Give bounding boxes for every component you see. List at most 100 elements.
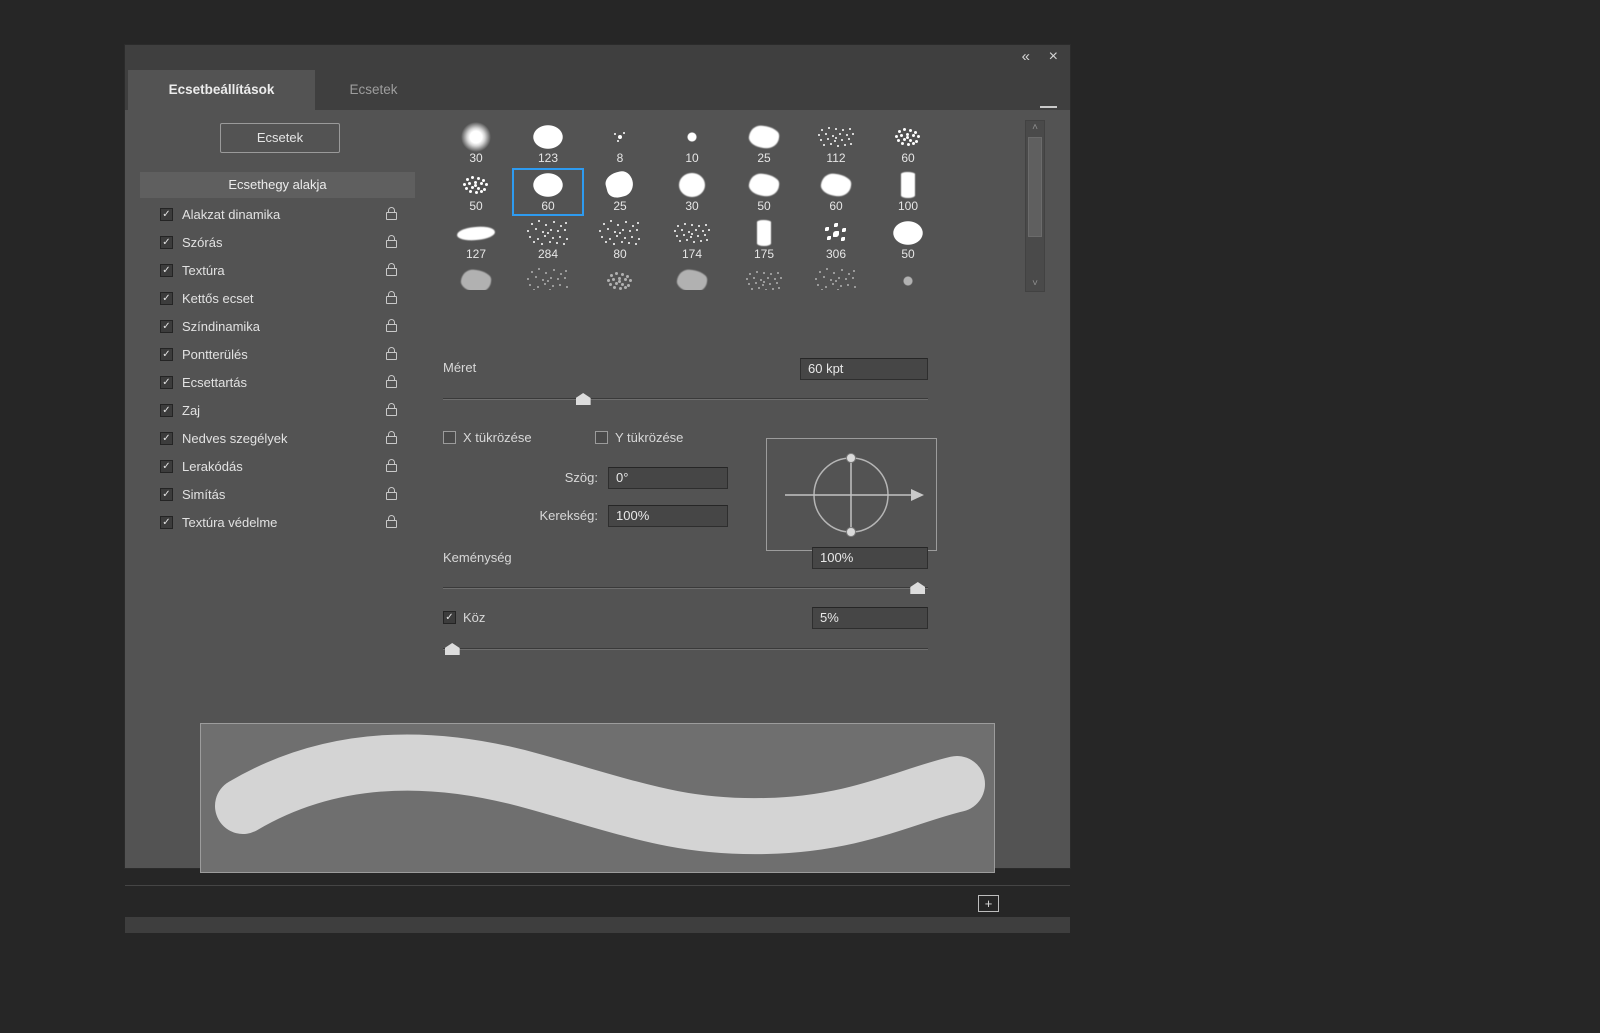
- brush-stroke-preview: [200, 723, 995, 873]
- sidebar-item[interactable]: ✓ Kettős ecset: [140, 284, 415, 312]
- spacing-checkbox[interactable]: ✓: [443, 611, 456, 624]
- new-brush-button[interactable]: +: [978, 895, 999, 912]
- lock-icon[interactable]: [386, 486, 397, 500]
- sidebar-item[interactable]: ✓ Zaj: [140, 396, 415, 424]
- roundness-input[interactable]: 100%: [608, 505, 728, 527]
- lock-icon[interactable]: [386, 374, 397, 388]
- checkbox-icon[interactable]: ✓: [160, 319, 173, 333]
- checkbox-icon[interactable]: ✓: [160, 403, 173, 417]
- lock-icon[interactable]: [386, 206, 397, 220]
- brush-preset[interactable]: 80: [584, 216, 656, 264]
- lock-icon[interactable]: [386, 514, 397, 528]
- checkbox-icon[interactable]: ✓: [160, 291, 173, 305]
- sidebar-item[interactable]: ✓ Ecsettartás: [140, 368, 415, 396]
- checkbox-icon[interactable]: ✓: [160, 487, 173, 501]
- sidebar-item[interactable]: ✓ Nedves szegélyek: [140, 424, 415, 452]
- sidebar-item-label: Simítás: [182, 486, 226, 502]
- sidebar-item[interactable]: ✓ Textúra: [140, 256, 415, 284]
- sidebar-item[interactable]: ✓ Simítás: [140, 480, 415, 508]
- scroll-down-icon[interactable]: ˅: [1026, 278, 1044, 290]
- brush-preset[interactable]: [728, 264, 800, 290]
- brush-preset[interactable]: 112: [800, 120, 872, 168]
- brush-preset[interactable]: [800, 264, 872, 290]
- panel-titlebar: « ×: [125, 45, 1070, 70]
- checkbox-icon[interactable]: ✓: [160, 347, 173, 361]
- sidebar-item[interactable]: ✓ Szórás: [140, 228, 415, 256]
- checkbox-icon[interactable]: ✓: [160, 263, 173, 277]
- brush-preset[interactable]: 8: [584, 120, 656, 168]
- lock-icon[interactable]: [386, 458, 397, 472]
- sidebar-item[interactable]: ✓ Lerakódás: [140, 452, 415, 480]
- brush-thumbnail: [880, 266, 936, 290]
- brush-preset[interactable]: 60: [512, 168, 584, 216]
- brush-size-label: 306: [825, 247, 847, 261]
- brush-preset[interactable]: 30: [440, 120, 512, 168]
- checkbox-icon[interactable]: ✓: [160, 375, 173, 389]
- brush-preset[interactable]: [656, 264, 728, 290]
- hardness-slider-thumb[interactable]: [910, 582, 926, 594]
- brush-preset[interactable]: 306: [800, 216, 872, 264]
- brush-preset[interactable]: 30: [656, 168, 728, 216]
- checkbox-icon[interactable]: ✓: [160, 459, 173, 473]
- brush-preset[interactable]: 284: [512, 216, 584, 264]
- checkbox-icon[interactable]: ✓: [160, 207, 173, 221]
- spacing-input[interactable]: 5%: [812, 607, 928, 629]
- tab-brushes[interactable]: Ecsetek: [317, 70, 430, 110]
- angle-input[interactable]: 0°: [608, 467, 728, 489]
- size-label: Méret: [443, 360, 477, 375]
- checkbox-icon[interactable]: ✓: [160, 431, 173, 445]
- scrollbar-thumb[interactable]: [1028, 137, 1042, 237]
- flip-y-checkbox[interactable]: [595, 431, 608, 444]
- scroll-up-icon[interactable]: ˄: [1026, 122, 1044, 134]
- brush-preset[interactable]: 25: [728, 120, 800, 168]
- brush-preset[interactable]: 174: [656, 216, 728, 264]
- brush-preset[interactable]: [872, 264, 944, 290]
- lock-icon[interactable]: [386, 318, 397, 332]
- sidebar-item[interactable]: ✓ Színdinamika: [140, 312, 415, 340]
- tab-brush-settings[interactable]: Ecsetbeállítások: [128, 70, 315, 110]
- brush-preset[interactable]: 60: [800, 168, 872, 216]
- brush-preset[interactable]: 100: [872, 168, 944, 216]
- lock-icon[interactable]: [386, 290, 397, 304]
- brush-thumbnail: [664, 218, 720, 248]
- spacing-slider[interactable]: [443, 641, 928, 657]
- size-slider[interactable]: [443, 391, 928, 407]
- collapse-panel-icon[interactable]: «: [1022, 48, 1030, 66]
- scrollbar[interactable]: ˄ ˅: [1025, 120, 1045, 292]
- checkbox-icon[interactable]: ✓: [160, 515, 173, 529]
- brush-preset[interactable]: 123: [512, 120, 584, 168]
- brush-preset[interactable]: 175: [728, 216, 800, 264]
- brush-preset[interactable]: 127: [440, 216, 512, 264]
- brush-thumbnail: [808, 122, 864, 152]
- close-panel-icon[interactable]: ×: [1049, 48, 1058, 66]
- hardness-slider[interactable]: [443, 580, 928, 596]
- spacing-slider-thumb[interactable]: [444, 643, 460, 655]
- sidebar-item[interactable]: ✓ Pontterülés: [140, 340, 415, 368]
- brush-preset[interactable]: [512, 264, 584, 290]
- lock-icon[interactable]: [386, 262, 397, 276]
- brush-preset[interactable]: [440, 264, 512, 290]
- lock-icon[interactable]: [386, 402, 397, 416]
- sidebar-item-brush-tip-shape[interactable]: Ecsethegy alakja: [140, 172, 415, 198]
- brush-preset[interactable]: 50: [872, 216, 944, 264]
- brush-size-label: 30: [469, 151, 483, 165]
- brush-preset[interactable]: 60: [872, 120, 944, 168]
- checkbox-icon[interactable]: ✓: [160, 235, 173, 249]
- sidebar-item[interactable]: ✓ Alakzat dinamika: [140, 200, 415, 228]
- lock-icon[interactable]: [386, 346, 397, 360]
- brush-preset[interactable]: 50: [440, 168, 512, 216]
- sidebar-item[interactable]: ✓ Textúra védelme: [140, 508, 415, 536]
- brush-preset[interactable]: 10: [656, 120, 728, 168]
- hardness-input[interactable]: 100%: [812, 547, 928, 569]
- brush-preset[interactable]: [584, 264, 656, 290]
- size-input[interactable]: 60 kpt: [800, 358, 928, 380]
- lock-icon[interactable]: [386, 430, 397, 444]
- brush-size-label: 60: [901, 151, 915, 165]
- lock-icon[interactable]: [386, 234, 397, 248]
- brushes-button[interactable]: Ecsetek: [220, 123, 340, 153]
- angle-roundness-widget[interactable]: [766, 438, 937, 551]
- flip-x-checkbox[interactable]: [443, 431, 456, 444]
- size-slider-thumb[interactable]: [575, 393, 591, 405]
- brush-preset[interactable]: 50: [728, 168, 800, 216]
- brush-preset[interactable]: 25: [584, 168, 656, 216]
